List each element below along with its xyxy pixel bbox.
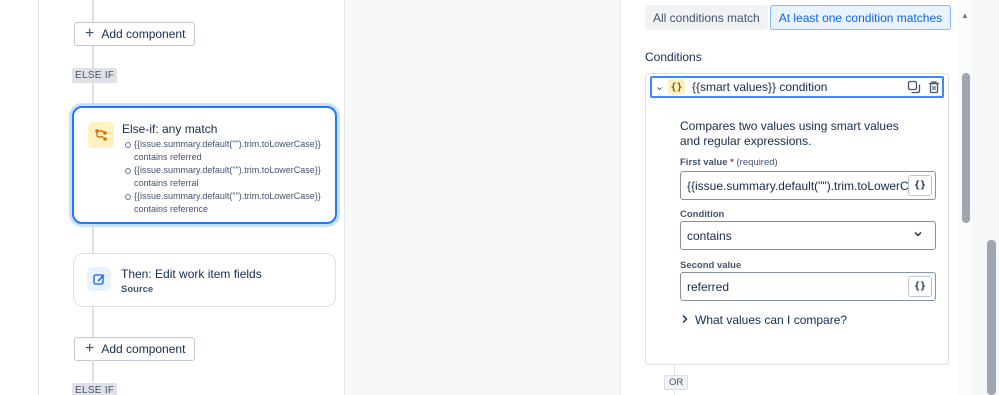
condition-description: Compares two values using smart values a… [680,119,899,148]
second-value-input[interactable]: referred [681,280,908,294]
flow-connector [92,46,94,68]
match-mode-toggle: All conditions match At least one condit… [645,5,952,30]
trash-icon[interactable] [927,80,941,94]
all-conditions-match-option[interactable]: All conditions match [645,5,768,30]
else-if-condition-list: {{issue.summary.default("").trim.toLower… [125,138,324,216]
condition-select[interactable]: contains [680,221,936,250]
list-item: {{issue.summary.default("").trim.toLower… [125,190,324,215]
branch-icon [88,122,114,148]
add-component-label: Add component [101,342,186,356]
chevron-right-icon [681,314,689,327]
list-item: {{issue.summary.default("").trim.toLower… [125,164,324,189]
first-value-field[interactable]: {{issue.summary.default("").trim.toLower… [680,171,936,200]
copy-icon[interactable] [907,80,921,94]
second-value-label: Second value [680,260,742,271]
condition-title: {{smart values}} condition [692,80,828,94]
flow-connector [92,0,94,22]
what-values-expander[interactable]: What values can I compare? [681,313,847,327]
conditions-heading: Conditions [645,50,702,64]
smart-value-button[interactable]: {} [908,175,932,196]
flow-connector [92,307,94,337]
flow-connector [92,82,94,108]
plus-icon: + [85,25,95,42]
required-text: (required) [736,157,778,168]
else-if-card[interactable]: Else-if: any match {{issue.summary.defau… [72,106,337,224]
flow-connector [92,360,94,382]
add-component-button[interactable]: + Add component [74,22,196,46]
canvas-gutter-line [38,0,39,395]
panel-scroll-thumb[interactable] [962,73,970,223]
or-lozenge: OR [664,375,689,390]
first-value-input[interactable]: {{issue.summary.default("").trim.toLower… [681,179,908,193]
condition-select-value: contains [687,228,732,243]
smart-value-icon: {} [668,79,685,95]
required-asterisk: * [730,157,734,168]
second-value-field[interactable]: referred {} [680,272,936,301]
plus-icon: + [85,340,95,357]
condition-label: Condition [680,209,725,220]
scroll-up-arrow-icon[interactable]: ▲ [961,11,969,20]
chevron-down-icon[interactable]: ⌄ [655,80,664,93]
condition-header[interactable]: ⌄ {} {{smart values}} condition [650,76,944,98]
else-if-lozenge: ELSE IF [72,383,118,395]
chevron-down-icon [913,229,935,242]
else-if-card-title: Else-if: any match [122,122,218,136]
then-card-title: Then: Edit work item fields [121,267,262,281]
add-component-button[interactable]: + Add component [74,337,196,361]
list-item: {{issue.summary.default("").trim.toLower… [125,138,324,163]
then-card[interactable]: Then: Edit work item fields Source [73,253,336,307]
what-values-label: What values can I compare? [695,313,848,327]
add-component-label: Add component [101,27,186,41]
else-if-lozenge: ELSE IF [72,68,118,83]
smart-value-button[interactable]: {} [908,276,932,297]
any-condition-matches-option[interactable]: At least one condition matches [769,5,952,30]
edit-icon [87,267,111,291]
flow-connector [92,224,94,254]
page-scroll-thumb[interactable] [987,240,996,395]
then-card-subtitle: Source [121,284,154,295]
first-value-label: First value * (required) [680,157,778,168]
